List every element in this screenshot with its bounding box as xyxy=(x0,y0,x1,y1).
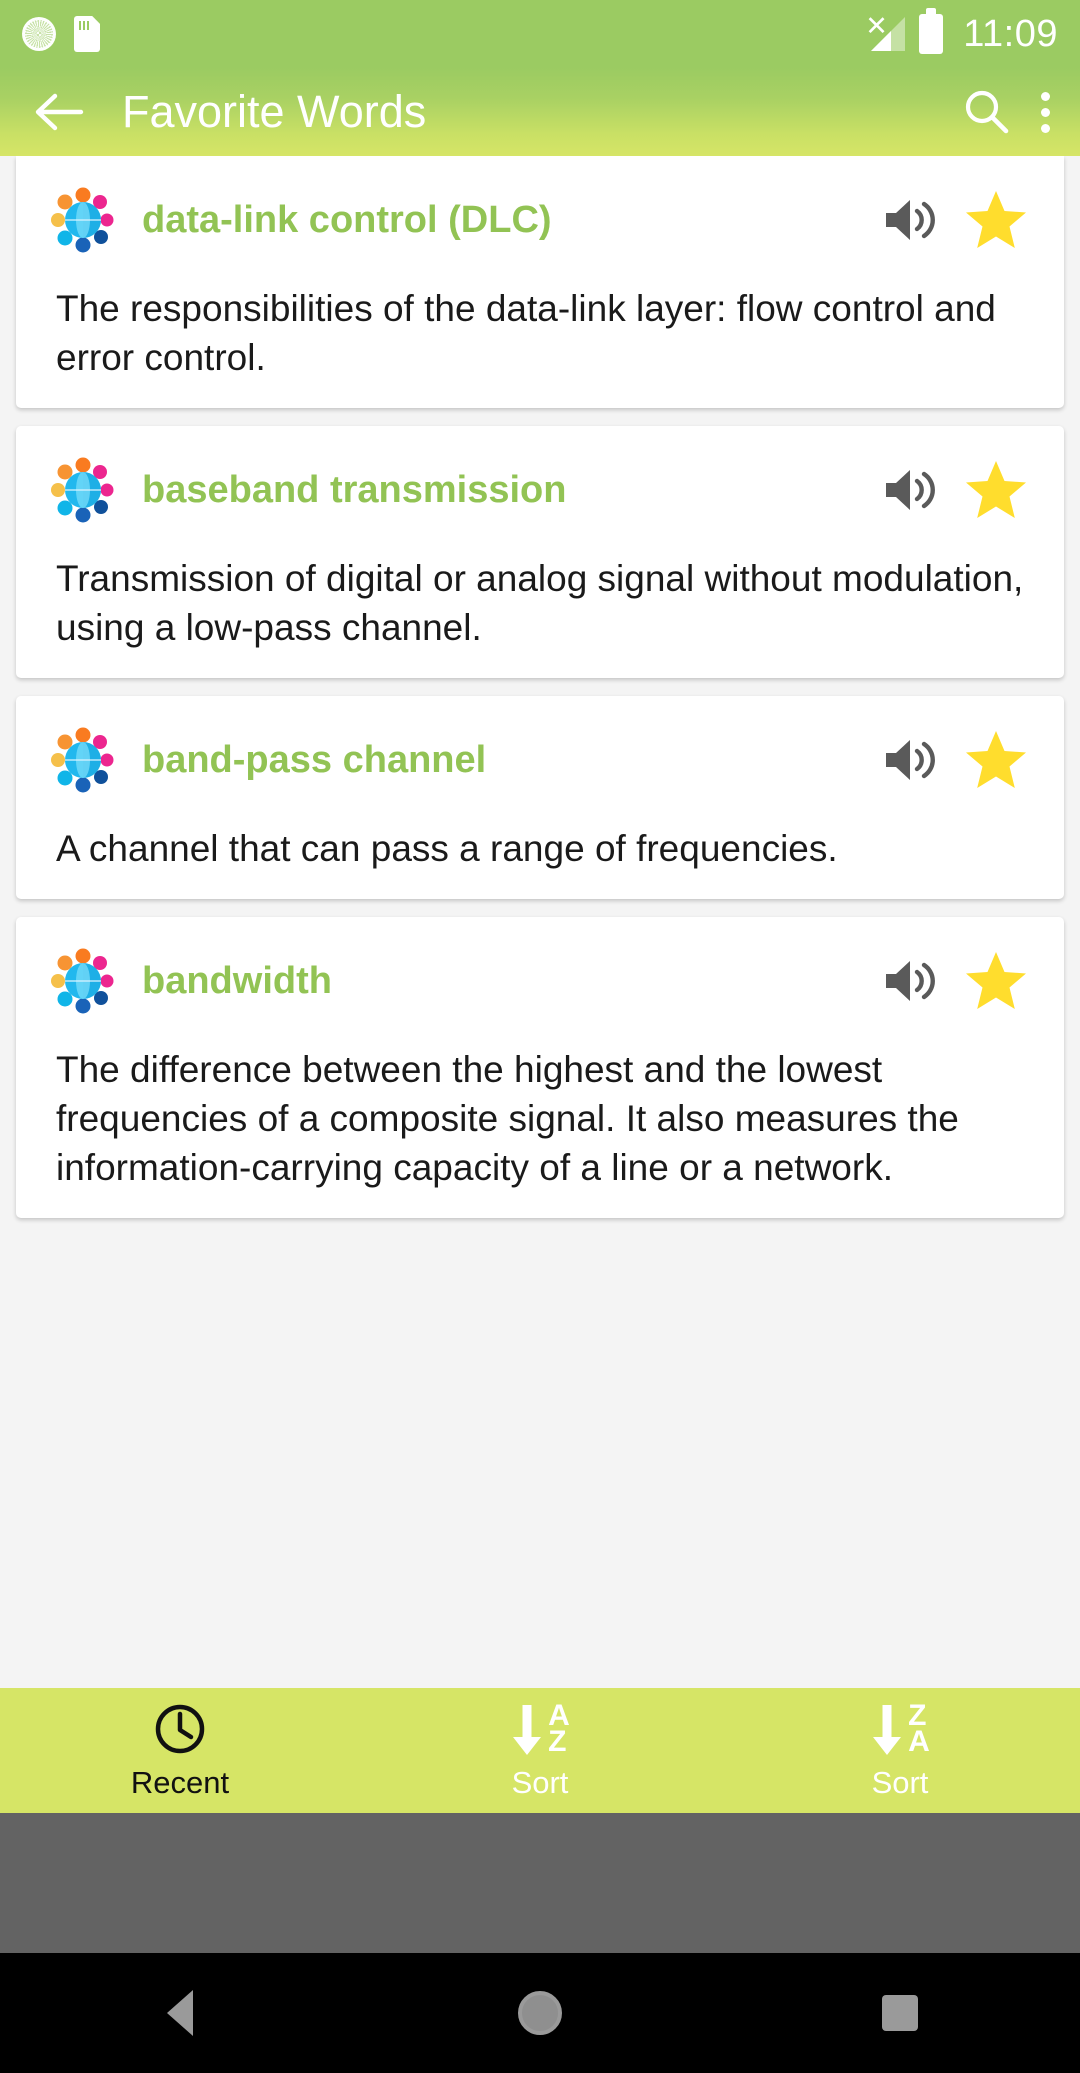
nav-label-sort-a-z: Sort xyxy=(511,1764,569,1800)
status-bar-right-icons: ✕ 11:09 xyxy=(863,8,1058,56)
signal-no-service-icon: ✕ xyxy=(863,13,906,54)
star-filled-icon[interactable] xyxy=(958,943,1034,1019)
status-bar-left-icons xyxy=(22,16,100,52)
speaker-icon[interactable] xyxy=(874,725,944,795)
word-term: band-pass channel xyxy=(142,738,487,781)
star-filled-icon[interactable] xyxy=(958,182,1034,258)
word-card-header: data-link control (DLC) xyxy=(16,156,1064,258)
system-recents-icon[interactable] xyxy=(720,1995,1080,2031)
system-navigation-bar xyxy=(0,1953,1080,2073)
speaker-icon[interactable] xyxy=(874,185,944,255)
word-term: baseband transmission xyxy=(142,468,567,511)
word-globe-icon xyxy=(46,183,120,257)
status-bar-clock: 11:09 xyxy=(963,12,1058,55)
speaker-icon[interactable] xyxy=(874,455,944,525)
sort-letter-bottom: Z xyxy=(548,1724,567,1758)
battery-icon xyxy=(919,8,944,54)
nav-label-sort-z-a: Sort xyxy=(871,1764,929,1800)
word-card[interactable]: bandwidth The difference between the hig… xyxy=(16,917,1064,1218)
word-card[interactable]: data-link control (DLC) The responsibili… xyxy=(16,156,1064,408)
word-definition: A channel that can pass a range of frequ… xyxy=(56,828,838,869)
bottom-navigation-bar: Recent A Z Sort Z A Sort xyxy=(0,1688,1080,1813)
clock-icon xyxy=(152,1701,208,1757)
system-back-icon[interactable] xyxy=(0,1990,360,2036)
search-icon[interactable] xyxy=(956,81,1018,143)
star-filled-icon[interactable] xyxy=(958,722,1034,798)
word-definition: Transmission of digital or analog signal… xyxy=(56,558,1024,648)
sort-letter-bottom: A xyxy=(908,1724,930,1758)
status-bar: ✕ 11:09 xyxy=(0,0,1080,68)
word-globe-icon xyxy=(46,453,120,527)
app-bar: Favorite Words xyxy=(0,68,1080,156)
star-filled-icon[interactable] xyxy=(958,452,1034,528)
speaker-icon[interactable] xyxy=(874,946,944,1016)
background-filler xyxy=(0,1813,1080,1953)
word-card[interactable]: baseband transmission Transmission of di… xyxy=(16,426,1064,678)
word-globe-icon xyxy=(46,944,120,1018)
word-globe-icon xyxy=(46,723,120,797)
word-term: data-link control (DLC) xyxy=(142,198,552,241)
sd-card-icon xyxy=(74,16,100,52)
sort-z-a-icon: Z A xyxy=(870,1700,930,1758)
nav-label-recent: Recent xyxy=(130,1764,230,1800)
word-term: bandwidth xyxy=(142,959,332,1002)
sync-icon xyxy=(22,17,56,51)
nav-item-sort-a-z[interactable]: A Z Sort xyxy=(360,1700,720,1801)
word-card[interactable]: band-pass channel A channel that can pas… xyxy=(16,696,1064,899)
system-home-icon[interactable] xyxy=(360,1991,720,2035)
word-definition: The difference between the highest and t… xyxy=(56,1049,959,1188)
word-card-header: band-pass channel xyxy=(16,696,1064,798)
favorite-words-list[interactable]: data-link control (DLC) The responsibili… xyxy=(0,156,1080,1688)
sort-a-z-icon: A Z xyxy=(510,1700,570,1758)
back-arrow-icon[interactable] xyxy=(26,81,88,143)
word-card-header: bandwidth xyxy=(16,917,1064,1019)
nav-item-sort-z-a[interactable]: Z A Sort xyxy=(720,1700,1080,1801)
word-card-header: baseband transmission xyxy=(16,426,1064,528)
overflow-menu-icon[interactable] xyxy=(1040,91,1050,133)
page-title: Favorite Words xyxy=(122,86,427,137)
nav-item-recent[interactable]: Recent xyxy=(0,1701,360,1801)
word-definition: The responsibilities of the data-link la… xyxy=(56,288,996,378)
